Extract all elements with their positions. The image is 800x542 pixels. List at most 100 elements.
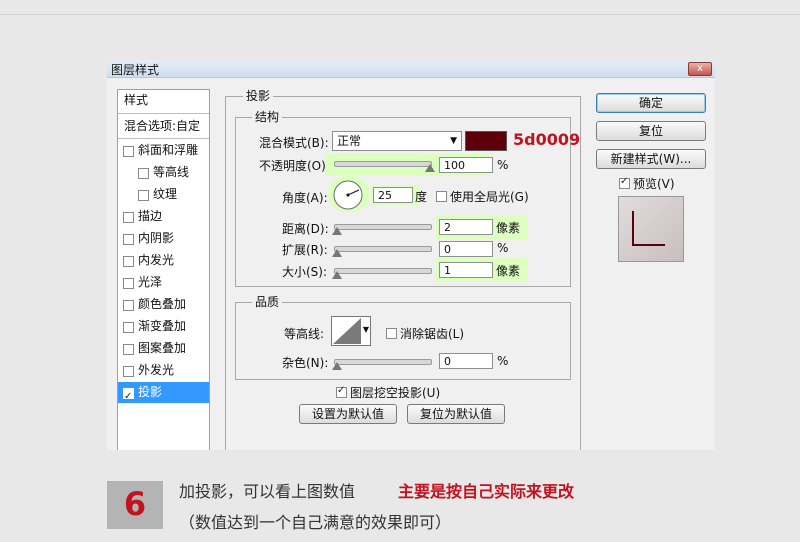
reset-button[interactable]: 复位 (596, 121, 706, 141)
noise-slider[interactable] (334, 359, 432, 365)
size-unit: 像素 (496, 264, 521, 278)
styles-list: 样式 混合选项:自定 斜面和浮雕 等高线 纹理 描边 内阴影 内发光 光泽 颜色… (117, 89, 210, 450)
global-light-label: 使用全局光(G) (450, 190, 529, 204)
spread-unit: % (497, 241, 509, 255)
style-item-outer-glow[interactable]: 外发光 (118, 360, 209, 381)
new-style-button[interactable]: 新建样式(W)... (596, 149, 706, 169)
style-item-label: 外发光 (138, 363, 175, 377)
blending-options-item[interactable]: 混合选项:自定 (118, 116, 209, 137)
style-item-stroke[interactable]: 描边 (118, 206, 209, 227)
knockout-checkbox[interactable] (336, 385, 347, 398)
knockout-label: 图层挖空投影(U) (350, 386, 441, 400)
outer-glow-checkbox[interactable] (123, 366, 134, 377)
opacity-input[interactable]: 100 (439, 157, 493, 173)
chevron-down-icon: ▼ (362, 325, 369, 334)
distance-unit: 像素 (496, 221, 521, 235)
bevel-checkbox[interactable] (123, 146, 134, 157)
style-item-drop-shadow[interactable]: 投影 (118, 382, 209, 407)
reset-default-button[interactable]: 复位为默认值 (407, 404, 505, 424)
drop-shadow-checkbox[interactable] (123, 386, 134, 407)
inner-glow-checkbox[interactable] (123, 256, 134, 267)
style-item-inner-glow[interactable]: 内发光 (118, 250, 209, 271)
caption-line1: 加投影，可以看上图数值 (179, 482, 356, 501)
styles-header-divider (118, 113, 209, 114)
shadow-color-swatch[interactable] (465, 131, 507, 151)
style-item-texture[interactable]: 纹理 (118, 184, 209, 205)
blend-mode-select[interactable]: 正常 ▼ (332, 131, 462, 151)
opacity-slider-thumb[interactable] (425, 164, 435, 172)
distance-input[interactable]: 2 (439, 219, 493, 235)
antialias-checkbox[interactable] (386, 328, 397, 339)
style-item-color-overlay[interactable]: 颜色叠加 (118, 294, 209, 315)
style-item-pattern-overlay[interactable]: 图案叠加 (118, 338, 209, 359)
distance-slider-thumb[interactable] (332, 227, 342, 235)
style-preview-thumbnail (618, 196, 684, 262)
noise-input[interactable]: 0 (439, 353, 493, 369)
texture-checkbox[interactable] (138, 190, 149, 201)
style-item-gradient-overlay[interactable]: 渐变叠加 (118, 316, 209, 337)
style-item-label: 颜色叠加 (138, 297, 187, 311)
size-slider[interactable] (334, 268, 432, 274)
opacity-label: 不透明度(O): (259, 159, 330, 173)
size-input[interactable]: 1 (439, 262, 493, 278)
structure-title: 结构 (252, 108, 283, 125)
size-label: 大小(S): (282, 265, 328, 279)
step-number: 6 (123, 485, 147, 523)
global-light-checkbox[interactable] (436, 191, 447, 202)
contour-preview-icon (333, 318, 361, 344)
drop-shadow-title: 投影 (243, 87, 274, 104)
spread-label: 扩展(R): (282, 243, 328, 257)
blend-mode-value: 正常 (337, 134, 362, 148)
angle-label: 角度(A): (282, 191, 328, 205)
satin-checkbox[interactable] (123, 278, 134, 289)
noise-label: 杂色(N): (282, 356, 329, 370)
style-item-contour[interactable]: 等高线 (118, 162, 209, 183)
caption-emphasis: 主要是按自己实际来更改 (398, 482, 575, 501)
style-item-label: 光泽 (138, 275, 163, 289)
opacity-unit: % (497, 158, 509, 172)
inner-shadow-checkbox[interactable] (123, 234, 134, 245)
style-item-label: 等高线 (153, 165, 190, 179)
caption-line2: （数值达到一个自己满意的效果即可） (179, 513, 452, 532)
angle-unit: 度 (415, 190, 428, 204)
preview-label: 预览(V) (633, 177, 675, 191)
spread-slider[interactable] (334, 246, 432, 252)
style-item-label: 描边 (138, 209, 163, 223)
styles-header: 样式 (124, 93, 149, 107)
opacity-slider[interactable] (334, 161, 432, 167)
noise-unit: % (497, 354, 509, 368)
ok-button[interactable]: 确定 (596, 93, 706, 113)
blending-divider (118, 138, 209, 139)
style-item-label: 斜面和浮雕 (138, 143, 199, 157)
spread-slider-thumb[interactable] (332, 249, 342, 257)
make-default-button[interactable]: 设置为默认值 (299, 404, 397, 424)
angle-input[interactable]: 25 (373, 187, 413, 203)
step-number-box: 6 (107, 481, 163, 529)
preview-checkbox[interactable] (619, 176, 630, 189)
style-item-satin[interactable]: 光泽 (118, 272, 209, 293)
top-divider (0, 14, 800, 15)
contour-label: 等高线: (284, 327, 325, 341)
style-item-label: 渐变叠加 (138, 319, 187, 333)
antialias-label: 消除锯齿(L) (400, 327, 465, 341)
spread-input[interactable]: 0 (439, 241, 493, 257)
distance-slider[interactable] (334, 224, 432, 230)
angle-dial[interactable] (332, 179, 364, 211)
layer-style-dialog: 图层样式 x 样式 混合选项:自定 斜面和浮雕 等高线 纹理 描边 内阴影 内发… (107, 60, 715, 450)
dialog-titlebar: 图层样式 x (107, 60, 715, 78)
gradient-overlay-checkbox[interactable] (123, 322, 134, 333)
size-slider-thumb[interactable] (332, 271, 342, 279)
close-icon: x (697, 63, 703, 74)
close-button[interactable]: x (688, 62, 712, 76)
style-item-inner-shadow[interactable]: 内阴影 (118, 228, 209, 249)
color-overlay-checkbox[interactable] (123, 300, 134, 311)
chevron-down-icon: ▼ (450, 136, 457, 146)
noise-slider-thumb[interactable] (332, 362, 342, 370)
contour-checkbox[interactable] (138, 168, 149, 179)
style-item-label: 图案叠加 (138, 341, 187, 355)
stroke-checkbox[interactable] (123, 212, 134, 223)
distance-label: 距离(D): (282, 222, 329, 236)
style-item-bevel[interactable]: 斜面和浮雕 (118, 140, 209, 161)
pattern-overlay-checkbox[interactable] (123, 344, 134, 355)
contour-picker[interactable]: ▼ (331, 316, 371, 346)
